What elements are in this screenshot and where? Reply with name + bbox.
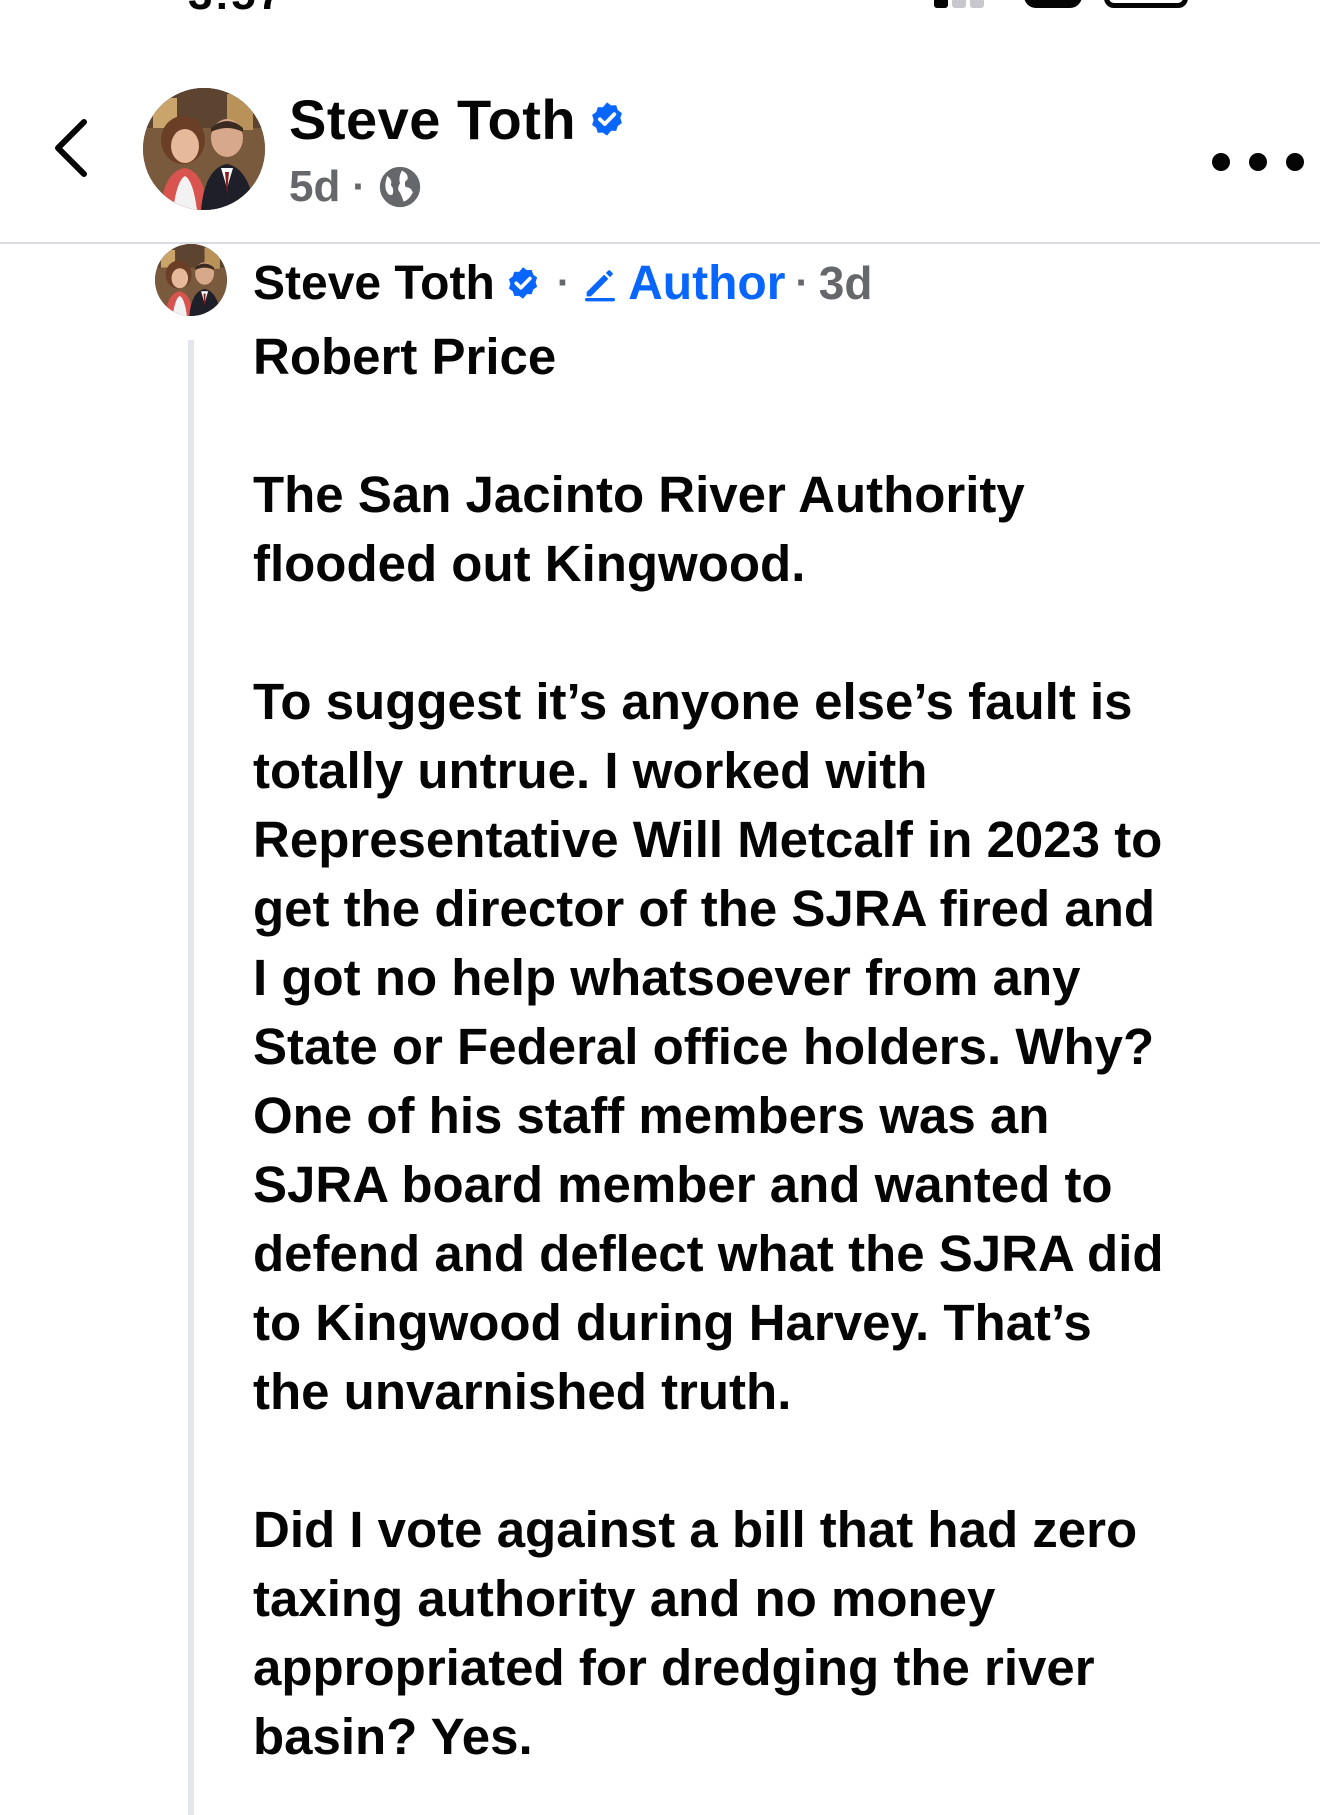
comment-text-line: appropriated for dredging the river [253, 1639, 1095, 1696]
comment-text-line: State or Federal office holders. Why? [253, 1018, 1155, 1075]
comment-text-line [253, 1426, 1293, 1495]
author-label: Author [628, 256, 786, 310]
comment-text-line: taxing authority and no money [253, 1570, 996, 1627]
comment-text-line: To suggest it’s anyone else’s fault is [253, 673, 1133, 730]
status-bar: 3:57 [0, 0, 1320, 14]
comment-time[interactable]: 3d [819, 256, 873, 310]
comment-text-line: totally untrue. I worked with [253, 742, 928, 799]
back-button[interactable] [44, 108, 104, 188]
author-badge: Author [580, 256, 785, 311]
post-comment-screen: 3:57 [0, 0, 1320, 1815]
comment-text-line: I got no help whatsoever from any [253, 949, 1081, 1006]
comment-text-line: SJRA board member and wanted to [253, 1156, 1113, 1213]
more-options-button[interactable] [1212, 142, 1304, 182]
comment-text-line: basin? Yes. [253, 1708, 533, 1765]
comment-text-line: the unvarnished truth. [253, 1363, 792, 1420]
comment-text-line: One of his staff members was an [253, 1087, 1050, 1144]
comment-text-line: defend and deflect what the SJRA did [253, 1225, 1164, 1282]
chevron-left-icon [55, 119, 87, 177]
more-horizontal-icon [1212, 153, 1230, 171]
comment-text-line [253, 598, 1293, 667]
cellular-signal-icon [934, 0, 1004, 8]
globe-icon [378, 165, 422, 209]
comment-text-line: to Kingwood during Harvey. That’s [253, 1294, 1092, 1351]
more-horizontal-icon [1286, 153, 1304, 171]
post-meta: 5d · [289, 156, 422, 218]
status-time: 3:57 [188, 0, 284, 14]
author-name-row: Steve Toth [289, 86, 626, 152]
comment-text-line: flooded out Kingwood. [253, 535, 806, 592]
comment-text-line: Did I vote against a bill that had zero [253, 1501, 1138, 1558]
verified-badge-icon [588, 100, 626, 138]
battery-icon [1104, 0, 1188, 8]
avatar[interactable] [143, 88, 265, 210]
comment-text: Robert Price The San Jacinto River Author… [253, 322, 1293, 1771]
meta-separator: · [352, 164, 366, 209]
comment-text-line: Representative Will Metcalf in 2023 to [253, 811, 1163, 868]
verified-badge-icon [505, 265, 541, 301]
more-horizontal-icon [1249, 153, 1267, 171]
comment-author-name[interactable]: Steve Toth [253, 256, 495, 311]
comment-text-line [253, 391, 1293, 460]
comment-text-line: get the director of the SJRA fired and [253, 880, 1156, 937]
profile-photo [143, 88, 265, 210]
comment-header: Steve Toth · Author · 3d [253, 250, 872, 316]
pencil-icon [580, 263, 620, 303]
meta-separator: · [556, 260, 571, 305]
comment-text-line: Robert Price [253, 328, 557, 385]
wifi-icon [1024, 0, 1082, 8]
reply-thread-line [188, 340, 194, 1815]
comment-avatar[interactable] [155, 244, 227, 316]
post-header: Steve Toth 5d · [0, 60, 1320, 244]
author-name[interactable]: Steve Toth [289, 87, 576, 152]
profile-photo [155, 244, 227, 316]
meta-separator: · [795, 260, 809, 305]
comment-text-line: The San Jacinto River Authority [253, 466, 1025, 523]
post-time[interactable]: 5d [289, 162, 340, 212]
